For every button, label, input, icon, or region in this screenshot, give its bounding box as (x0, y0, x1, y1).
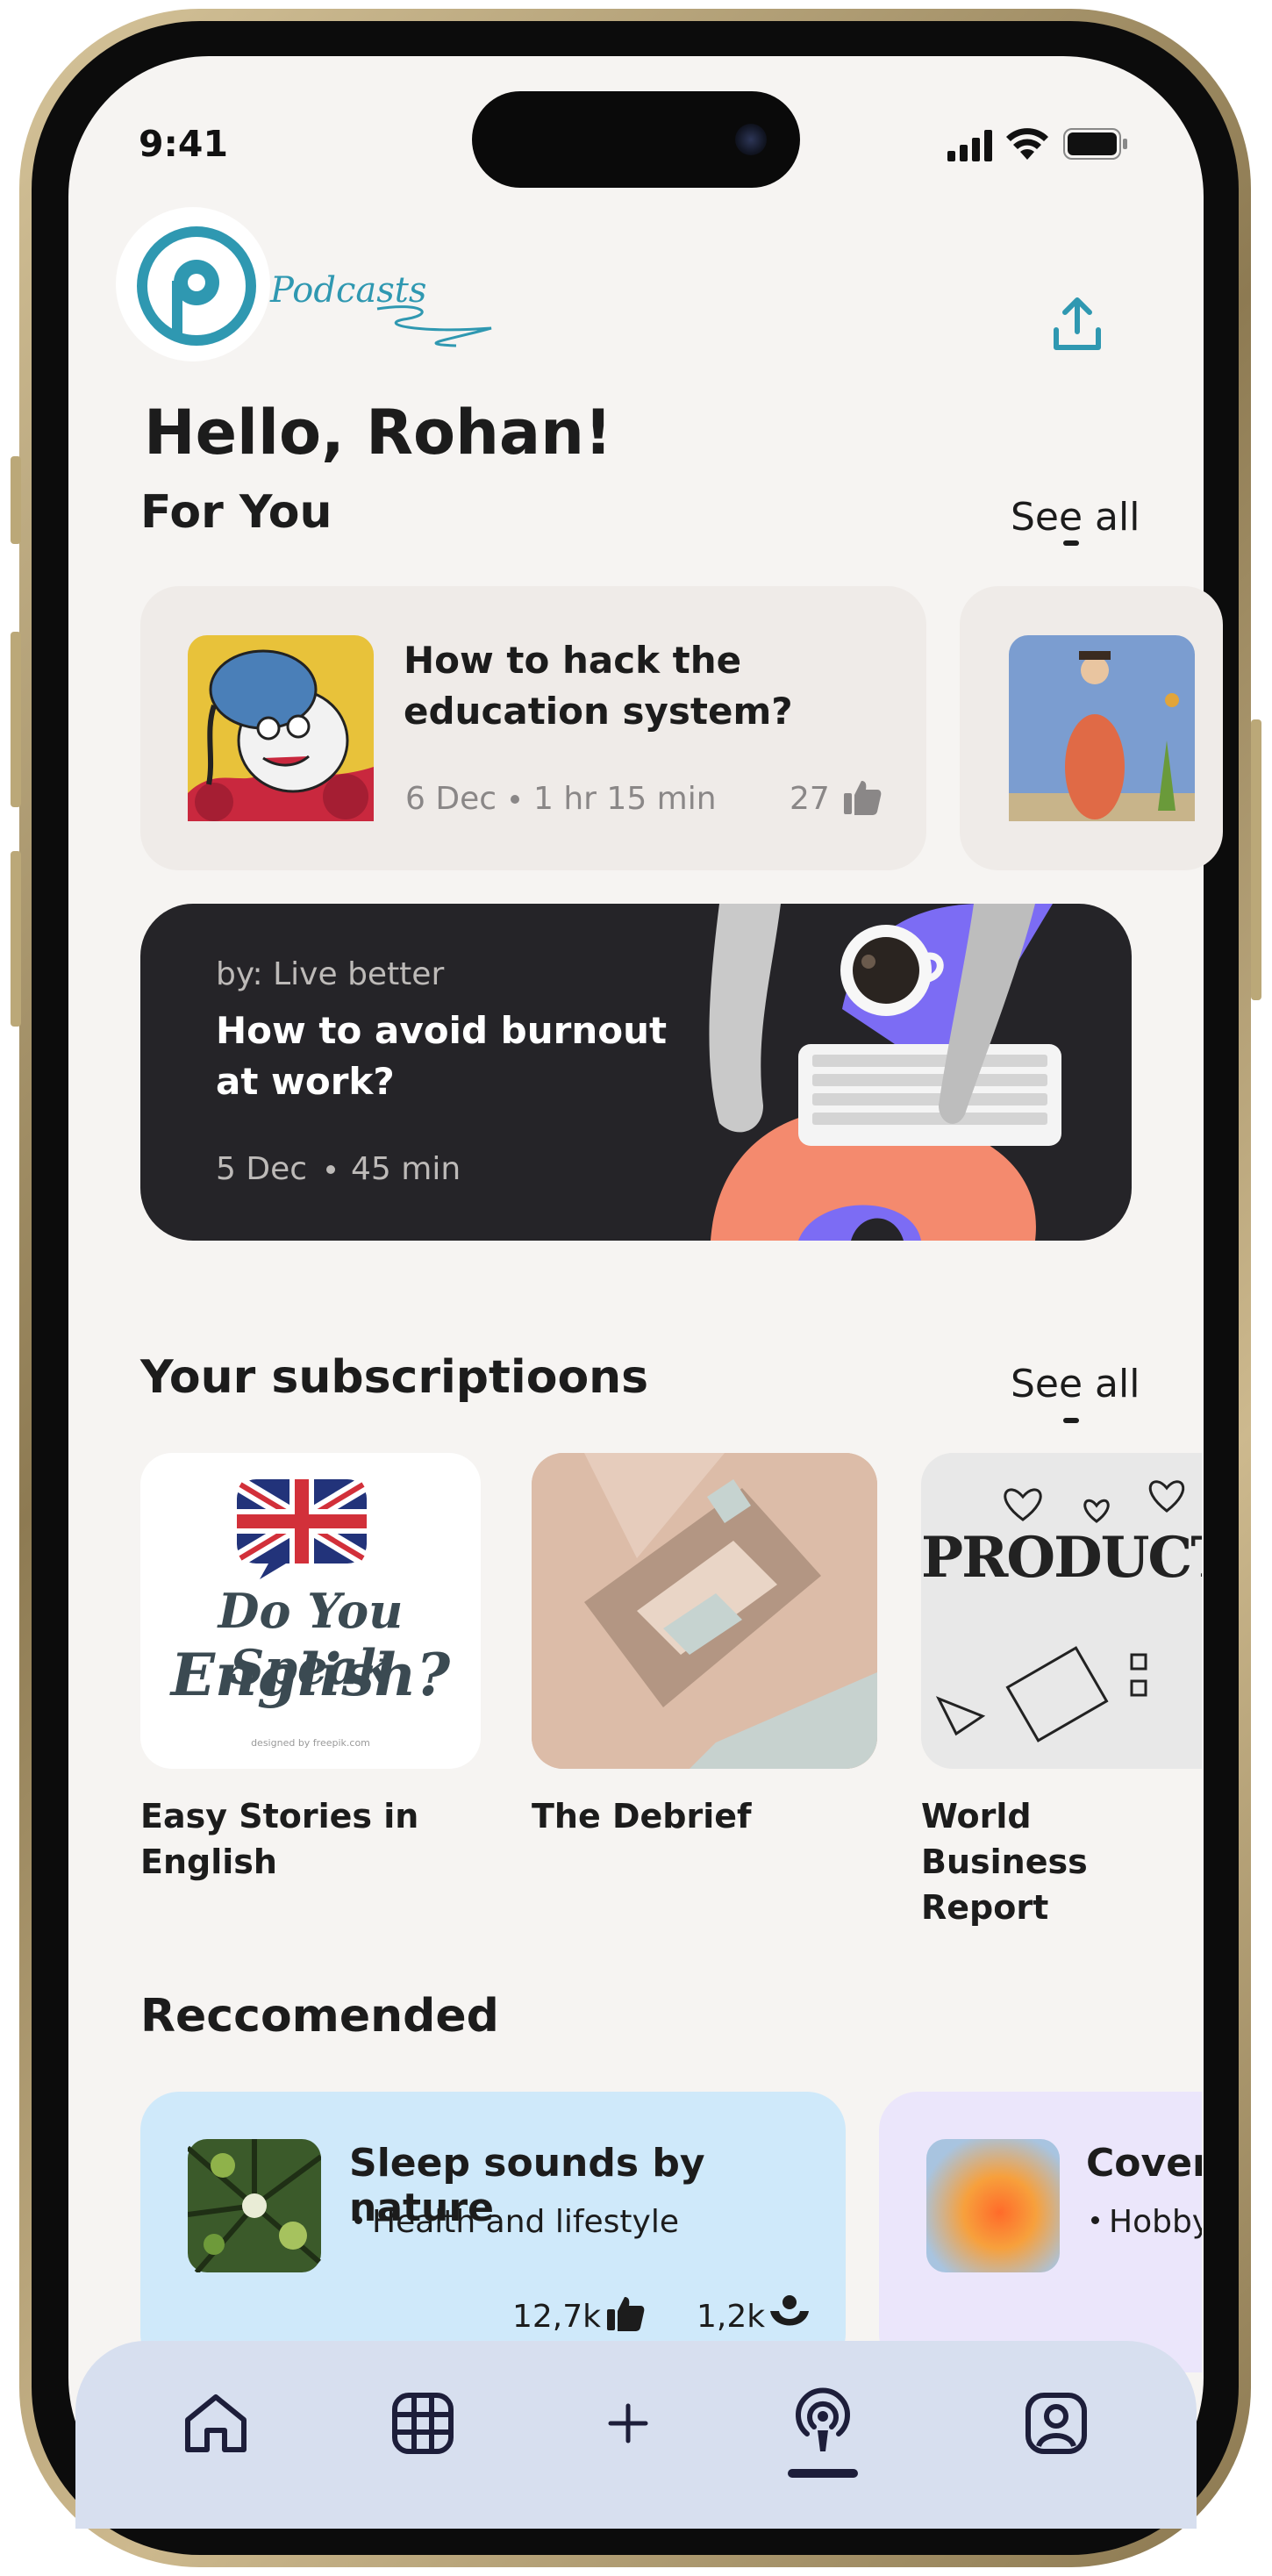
productivity-sketch-art (921, 1453, 1202, 1769)
rec-card-category: Health and lifestyle (372, 2204, 679, 2240)
rec-card-title: Cover (1086, 2141, 1202, 2186)
mute-switch (11, 456, 21, 544)
separator-dot (511, 795, 519, 804)
thumbs-up-icon (844, 781, 882, 815)
for-you-card[interactable]: How to hack the education system? 6 Dec … (140, 586, 926, 870)
logo-swoosh (376, 305, 492, 347)
separator-dot (326, 1165, 335, 1174)
podcast-logo-icon (137, 226, 256, 346)
for-you-card-partial[interactable] (960, 586, 1223, 870)
uk-flag-bubble-icon (236, 1478, 368, 1579)
active-tab-indicator (788, 2469, 858, 2478)
featured-author: by: Live better (216, 956, 445, 992)
profile-icon[interactable] (1021, 2388, 1091, 2458)
subscriptions-title: Your subscriptioons (140, 1351, 649, 1404)
for-you-title: For You (140, 486, 332, 539)
recommended-card[interactable]: Sleep sounds by nature Health and lifest… (140, 2092, 846, 2372)
featured-title: How to avoid burnout at work? (216, 1009, 668, 1103)
subscriptions-see-all-link[interactable]: See all (1011, 1362, 1140, 1406)
rec-card-likes: 12,7k (512, 2299, 602, 2335)
card-title: How to hack the education system? (404, 639, 793, 733)
recommended-card-partial[interactable]: Cover Hobby (879, 2092, 1202, 2372)
forest-cover-art (188, 2139, 321, 2272)
featured-duration: 45 min (351, 1151, 461, 1187)
see-all-indicator (1063, 1418, 1079, 1423)
podcast-cover-art (188, 635, 374, 821)
home-icon[interactable] (181, 2388, 251, 2458)
see-all-indicator (1063, 540, 1079, 546)
subscription-name: World Business Report (921, 1797, 1088, 1927)
featured-episode-card[interactable]: by: Live better How to avoid burnout at … (140, 904, 1132, 1241)
share-icon[interactable] (1049, 295, 1105, 354)
featured-date: 5 Dec (216, 1151, 308, 1187)
rec-card-listeners: 1,2k (697, 2299, 766, 2335)
subscription-card-art[interactable]: Do You Speak English? designed by freepi… (140, 1453, 481, 1769)
art-credit: designed by freepik.com (251, 1737, 370, 1749)
listener-icon (770, 2295, 809, 2326)
abstract-art (532, 1453, 877, 1769)
gradient-cover-art (926, 2139, 1060, 2272)
greeting-title: Hello, Rohan! (144, 397, 612, 469)
card-date: 6 Dec (405, 781, 497, 817)
for-you-see-all-link[interactable]: See all (1011, 495, 1140, 540)
podcast-cover-art (1009, 635, 1195, 821)
subscription-name: The Debrief (532, 1797, 752, 1835)
card-likes: 27 (790, 781, 830, 817)
power-button (1251, 719, 1261, 1000)
bullet-dot (354, 2216, 362, 2224)
card-duration: 1 hr 15 min (533, 781, 717, 817)
battery-icon (1063, 128, 1127, 160)
bullet-dot (1091, 2216, 1099, 2224)
volume-down-button (11, 851, 21, 1027)
subscription-card-art[interactable]: PRODUCTIVITY (921, 1453, 1202, 1769)
thumbs-up-icon (607, 2297, 645, 2331)
camera-lens (735, 124, 767, 155)
podcast-icon[interactable] (788, 2385, 858, 2455)
subscription-card-art[interactable] (532, 1453, 877, 1769)
recommended-title: Reccomended (140, 1990, 499, 2043)
subscription-name: Easy Stories in English (140, 1797, 419, 1881)
rec-card-category: Hobby (1109, 2204, 1202, 2240)
plus-icon[interactable] (593, 2388, 663, 2458)
art-word: PRODUCTIVITY (921, 1525, 1202, 1591)
app-logo-badge (116, 207, 270, 361)
volume-up-button (11, 632, 21, 807)
status-time: 9:41 (139, 123, 228, 165)
featured-illustration (709, 904, 1061, 1241)
art-line-2: English? (170, 1641, 451, 1709)
signal-icon (947, 130, 992, 161)
wifi-icon (1006, 128, 1048, 160)
grid-icon[interactable] (388, 2388, 458, 2458)
